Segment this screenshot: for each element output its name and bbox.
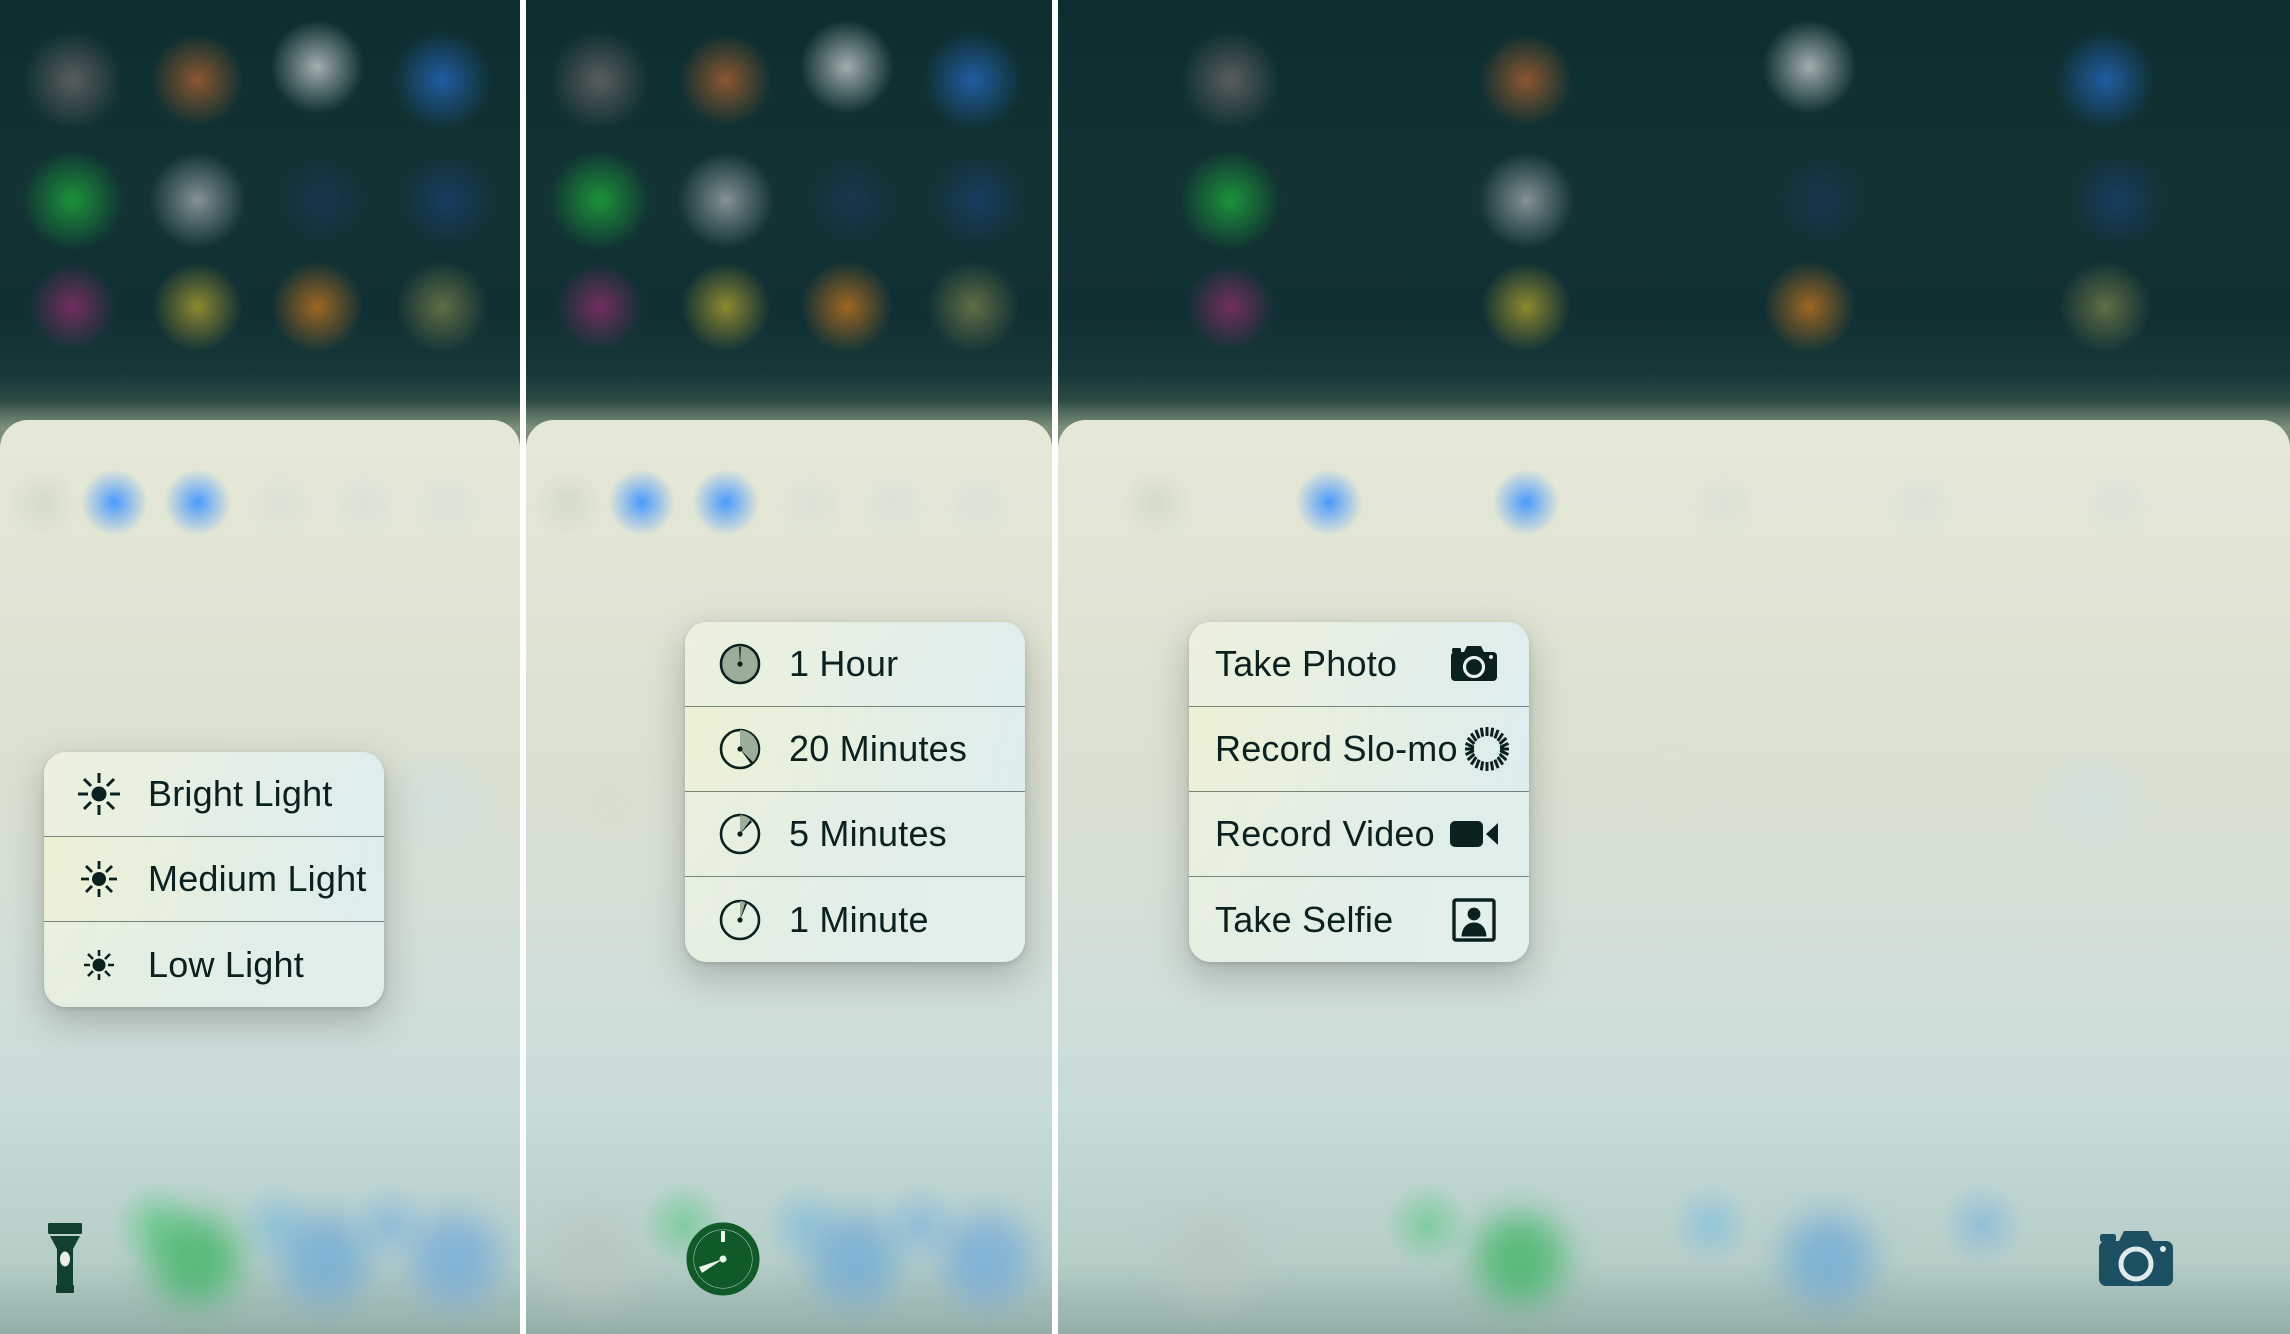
menu-item-medium-light[interactable]: Medium Light bbox=[44, 837, 384, 922]
menu-item-label: Record Slo-mo bbox=[1215, 728, 1458, 769]
menu-item-label: Take Photo bbox=[1215, 643, 1398, 684]
shortcut-blurred-green[interactable] bbox=[1366, 1184, 1674, 1334]
shortcut-blurred-green[interactable] bbox=[130, 1184, 260, 1334]
menu-item-label: 5 Minutes bbox=[789, 813, 947, 854]
menu-item-take-selfie[interactable]: Take Selfie bbox=[1189, 877, 1529, 962]
slo-mo-icon bbox=[1458, 720, 1516, 778]
menu-item-label: Medium Light bbox=[148, 858, 367, 899]
green-blob-icon bbox=[150, 1214, 240, 1304]
brightness-high-icon bbox=[70, 765, 128, 823]
video-camera-icon bbox=[1445, 805, 1503, 863]
camera-icon bbox=[1445, 635, 1503, 693]
menu-item-low-light[interactable]: Low Light bbox=[44, 922, 384, 1007]
menu-item-5-minutes[interactable]: 5 Minutes bbox=[685, 792, 1025, 877]
shortcut-blurred-blue-2[interactable] bbox=[921, 1184, 1053, 1334]
control-center-shortcut-row bbox=[1058, 1184, 2290, 1334]
menu-item-1-hour[interactable]: 1 Hour bbox=[685, 622, 1025, 707]
menu-item-record-video[interactable]: Record Video bbox=[1189, 792, 1529, 877]
shortcut-blurred-blue-1[interactable] bbox=[260, 1184, 390, 1334]
menu-item-label: 1 Hour bbox=[789, 643, 899, 684]
menu-item-label: Record Video bbox=[1215, 813, 1435, 854]
blue-blob-icon bbox=[410, 1214, 500, 1304]
menu-item-take-photo[interactable]: Take Photo bbox=[1189, 622, 1529, 707]
green-blob-icon bbox=[1475, 1214, 1565, 1304]
brightness-medium-icon bbox=[70, 850, 128, 908]
shortcut-timer[interactable] bbox=[658, 1184, 790, 1334]
brightness-low-icon bbox=[70, 936, 128, 994]
shortcut-blurred-grey[interactable] bbox=[526, 1184, 658, 1334]
shortcut-blurred-grey[interactable] bbox=[1058, 1184, 1366, 1334]
grey-blob-icon bbox=[1167, 1214, 1257, 1304]
menu-item-label: 20 Minutes bbox=[789, 728, 968, 769]
timer-icon bbox=[686, 1222, 760, 1296]
blue-blob-icon bbox=[941, 1214, 1032, 1304]
timer-quick-actions-menu: 1 Hour 20 Minutes 5 Minutes 1 Minute bbox=[685, 622, 1025, 962]
shortcut-blurred-blue-2[interactable] bbox=[390, 1184, 520, 1334]
control-center-shortcut-row bbox=[0, 1184, 520, 1334]
menu-item-bright-light[interactable]: Bright Light bbox=[44, 752, 384, 837]
grey-blob-icon bbox=[546, 1214, 637, 1304]
timer-panel: 1 Hour 20 Minutes 5 Minutes 1 Minute bbox=[526, 0, 1052, 1334]
control-center-shortcut-row bbox=[526, 1184, 1052, 1334]
blue-blob-icon bbox=[280, 1214, 370, 1304]
timer-5-icon bbox=[711, 805, 769, 863]
shortcut-camera[interactable] bbox=[1982, 1184, 2290, 1334]
blue-blob-icon bbox=[809, 1214, 900, 1304]
timer-60-icon bbox=[711, 635, 769, 693]
menu-item-1-minute[interactable]: 1 Minute bbox=[685, 877, 1025, 962]
menu-item-20-minutes[interactable]: 20 Minutes bbox=[685, 707, 1025, 792]
flashlight-quick-actions-menu: Bright Light Medium Light Low Light bbox=[44, 752, 384, 1007]
camera-quick-actions-menu: Take Photo Record Slo-mo Record Video Ta… bbox=[1189, 622, 1529, 962]
camera-icon bbox=[2099, 1231, 2173, 1286]
timer-20-icon bbox=[711, 720, 769, 778]
blue-blob-icon bbox=[1783, 1214, 1873, 1304]
shortcut-blurred-blue-1[interactable] bbox=[789, 1184, 921, 1334]
menu-item-record-slo-mo[interactable]: Record Slo-mo bbox=[1189, 707, 1529, 792]
flashlight-panel: Bright Light Medium Light Low Light bbox=[0, 0, 520, 1334]
camera-panel: Take Photo Record Slo-mo Record Video Ta… bbox=[1058, 0, 2290, 1334]
shortcut-blurred-blue-1[interactable] bbox=[1674, 1184, 1982, 1334]
menu-item-label: 1 Minute bbox=[789, 898, 929, 940]
menu-item-label: Take Selfie bbox=[1215, 898, 1394, 940]
flashlight-icon bbox=[48, 1223, 82, 1293]
selfie-portrait-icon bbox=[1445, 891, 1503, 949]
shortcut-flashlight[interactable] bbox=[0, 1184, 130, 1334]
screenshot-stage: Bright Light Medium Light Low Light 1 Ho… bbox=[0, 0, 2290, 1334]
timer-1-icon bbox=[711, 891, 769, 949]
menu-item-label: Low Light bbox=[148, 943, 304, 985]
menu-item-label: Bright Light bbox=[148, 773, 333, 814]
